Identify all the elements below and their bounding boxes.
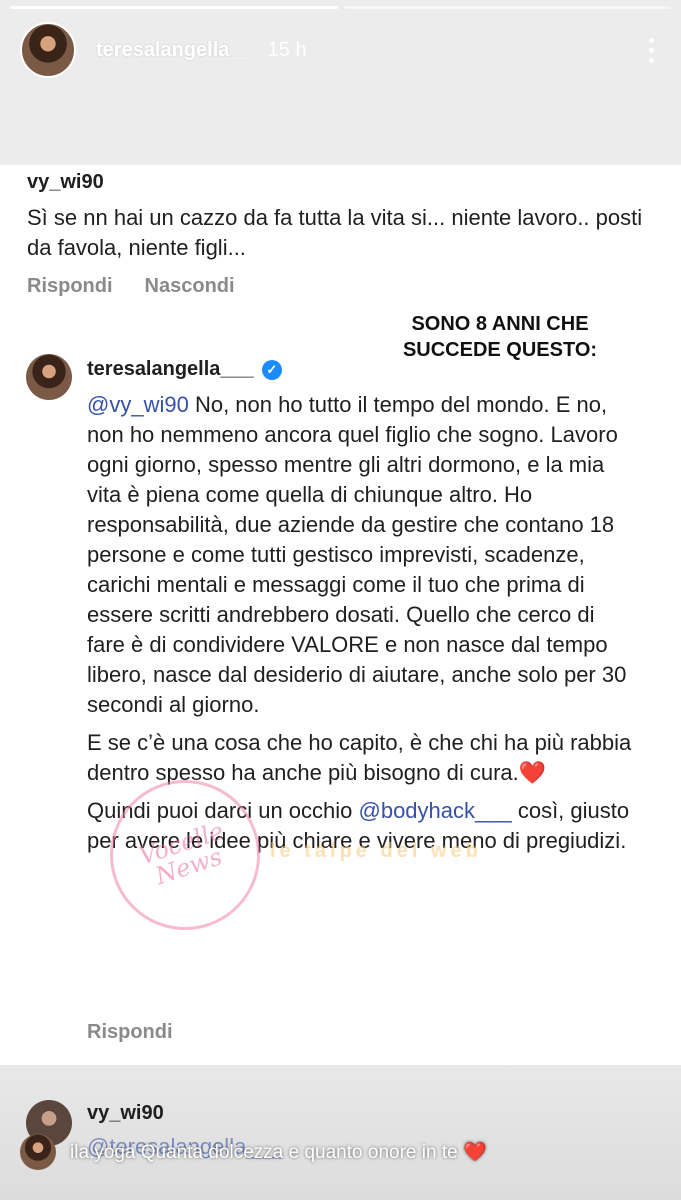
story-progress-bar [10, 6, 671, 9]
watermark-text: le talpe del web [270, 840, 482, 862]
comment-username: vy_wi90 [27, 171, 104, 193]
avatar [26, 354, 72, 400]
reply-username: teresalangella___ [87, 358, 254, 380]
comment-actions: Rispondi Nascondi [27, 275, 235, 298]
reply-button: Rispondi [27, 275, 113, 297]
story-time: 15 h [267, 38, 307, 61]
heart-icon: ❤️ [518, 760, 547, 785]
mention-link: @vy_wi90 [87, 392, 189, 417]
avatar [20, 1134, 56, 1170]
verified-icon: ✓ [261, 359, 282, 380]
comment-text: Sì se nn hai un cazzo da fa tutta la vit… [27, 205, 643, 260]
story-reply-bar[interactable]: ila.yoga Quanta dolcezza e quanto onore … [20, 1130, 661, 1174]
story-header: teresalangella__ 15 h [20, 22, 661, 78]
reply-paragraph: @vy_wi90 No, non ho tutto il tempo del m… [87, 392, 627, 717]
story-username[interactable]: teresalangella__ [96, 39, 252, 62]
more-options-icon[interactable] [641, 35, 661, 65]
mention-link: @bodyhack___ [358, 798, 512, 823]
story-text-overlay: SONO 8 ANNI CHE SUCCEDE QUESTO: [402, 313, 598, 361]
hide-button: Nascondi [144, 275, 235, 297]
reply-bar-text: ila.yoga Quanta dolcezza e quanto onore … [70, 1142, 487, 1163]
comment-username: vy_wi90 [87, 1102, 164, 1124]
avatar[interactable] [20, 22, 76, 78]
comment-screenshot: vy_wi90 Sì se nn hai un cazzo da fa tutt… [0, 165, 681, 1065]
reply-username-row: teresalangella___ ✓ [87, 358, 282, 381]
progress-segment [10, 6, 338, 9]
progress-segment [343, 6, 671, 9]
reply-paragraph: E se c’è una cosa che ho capito, è che c… [87, 730, 632, 785]
reply-button: Rispondi [87, 1021, 173, 1043]
